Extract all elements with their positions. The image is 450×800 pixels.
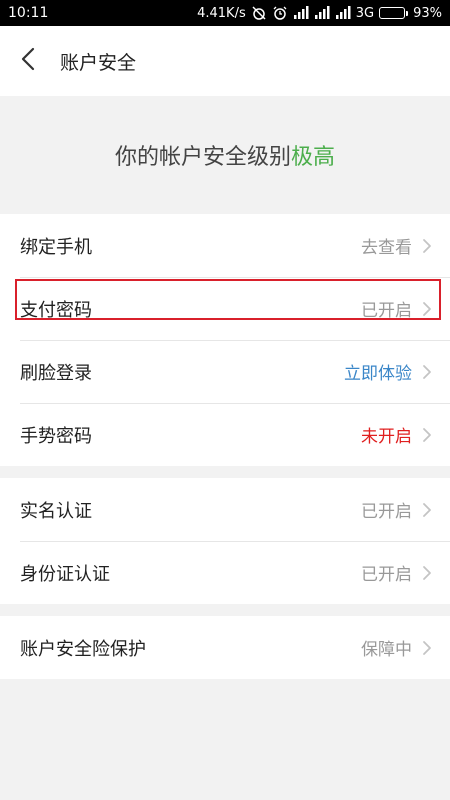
chevron-right-icon: [422, 565, 432, 581]
row-account-insurance[interactable]: 账户安全险保护 保障中: [0, 616, 450, 679]
row-label: 刷脸登录: [20, 362, 92, 384]
status-bar: 10:11 4.41K/s 3G 93%: [0, 0, 450, 26]
security-level-prefix: 你的帐户安全级别: [114, 145, 291, 170]
chevron-right-icon: [422, 301, 432, 317]
security-level-value: 极高: [291, 145, 336, 170]
signal-icon: [314, 6, 330, 20]
alarm-clock-icon: [272, 5, 288, 21]
network-speed: 4.41K/s: [197, 5, 246, 21]
row-real-name-verification[interactable]: 实名认证 已开启: [0, 478, 450, 541]
row-value: 立即体验: [344, 364, 412, 384]
row-payment-password[interactable]: 支付密码 已开启: [0, 277, 450, 340]
battery-icon: [379, 7, 409, 19]
row-value: 已开启: [361, 565, 412, 585]
row-label: 身份证认证: [20, 563, 110, 585]
network-type: 3G: [355, 5, 375, 21]
row-value: 未开启: [361, 427, 412, 447]
row-label: 账户安全险保护: [20, 638, 146, 660]
row-label: 绑定手机: [20, 236, 92, 258]
row-label: 手势密码: [20, 425, 92, 447]
security-group-3: 账户安全险保护 保障中: [0, 616, 450, 679]
security-level-banner: 你的帐户安全级别 极高: [0, 96, 450, 214]
back-arrow-icon: [21, 47, 35, 75]
chevron-right-icon: [422, 238, 432, 254]
row-gesture-password[interactable]: 手势密码 未开启: [0, 403, 450, 466]
chevron-right-icon: [422, 364, 432, 380]
row-label: 实名认证: [20, 500, 92, 522]
signal-icon: [293, 6, 309, 20]
page-title: 账户安全: [60, 51, 137, 74]
back-button[interactable]: [0, 26, 56, 96]
nav-bar: 账户安全: [0, 26, 450, 96]
row-bind-phone[interactable]: 绑定手机 去查看: [0, 214, 450, 277]
chevron-right-icon: [422, 640, 432, 656]
row-label: 支付密码: [20, 299, 92, 321]
row-id-card-verification[interactable]: 身份证认证 已开启: [0, 541, 450, 604]
signal-icon: [335, 6, 351, 20]
alarm-off-icon: [251, 5, 267, 21]
row-value: 已开启: [361, 301, 412, 321]
status-time: 10:11: [8, 5, 49, 21]
row-value: 保障中: [361, 640, 412, 660]
chevron-right-icon: [422, 427, 432, 443]
row-value: 已开启: [361, 502, 412, 522]
battery-percent: 93%: [413, 5, 442, 21]
security-group-1: 绑定手机 去查看 支付密码 已开启 刷脸登录 立即体验 手势密码 未开启: [0, 214, 450, 466]
chevron-right-icon: [422, 502, 432, 518]
row-value: 去查看: [361, 238, 412, 258]
row-face-login[interactable]: 刷脸登录 立即体验: [0, 340, 450, 403]
security-group-2: 实名认证 已开启 身份证认证 已开启: [0, 478, 450, 604]
